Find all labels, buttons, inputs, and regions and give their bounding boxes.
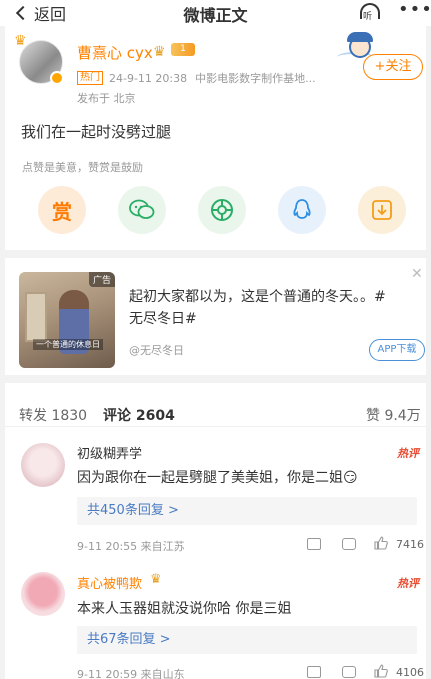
share-icon[interactable] [307,666,321,678]
comments-section: 转发 1830 评论 2604 赞 9.4万 初级糊弄学 热评 因为跟你在一起是… [5,383,426,679]
tab-likes[interactable]: 赞 9.4万 [366,405,421,425]
ad-tag: 广告 [88,272,115,287]
save-image-button[interactable] [358,186,406,234]
moments-share-button[interactable] [198,186,246,234]
wechat-icon [129,199,155,219]
more-icon[interactable]: ••• [398,1,431,19]
download-image-icon [372,200,392,220]
wechat-share-button[interactable] [118,186,166,234]
reward-tip: 点赞是美意，赞赏是鼓励 [22,161,143,174]
like-count: 4106 [396,666,424,679]
qq-icon [293,199,311,219]
close-icon[interactable]: ✕ [411,266,423,282]
hot-comment-tag: 热评 [397,577,419,590]
interaction-tabs: 转发 1830 评论 2604 赞 9.4万 [5,383,426,427]
hot-badge: 热门 [77,71,103,85]
post-username[interactable]: 曹熹心 cyx [77,42,153,63]
comment-text: 因为跟你在一起是劈腿了美美姐，你是二姐😏 [77,470,358,486]
hot-comment-tag: 热评 [397,447,419,460]
level-badge: 1 [171,43,195,56]
view-replies-link[interactable]: 共67条回复 > [77,626,417,654]
reward-label: 赏 [52,199,72,224]
thumbs-up-icon[interactable] [374,664,388,678]
post-source: 中影电影数字制作基地... [195,72,316,85]
post-card: ♛ 曹熹心 cyx ♛ 1 热门 24-9-11 20:38 中影电影数字制作基… [5,26,426,250]
post-timestamp: 24-9-11 20:38 [109,71,188,85]
ad-image[interactable]: 广告 一个普通的休息日 [19,272,115,368]
tab-comments[interactable]: 评论 2604 [103,405,175,425]
comment-meta: 9-11 20:55 来自江苏 [77,540,185,553]
comment-item: 真心被鸭欺 ♛ 热评 本来人玉器姐就没说你哈 你是三姐 共67条回复 > 9-1… [5,566,426,679]
ad-source[interactable]: @无尽冬日 [129,342,184,358]
avatar[interactable]: ♛ [14,33,64,85]
listen-label: 听 [363,12,373,22]
verified-icon [50,71,64,85]
app-download-button[interactable]: APP下载 [369,339,425,361]
reward-button[interactable]: 赏 [38,186,86,234]
comment-text: 本来人玉器姐就没说你哈 你是三姐 [77,601,292,617]
comment-meta: 9-11 20:59 来自山东 [77,668,185,679]
view-replies-link[interactable]: 共450条回复 > [77,497,417,525]
top-bar: 返回 微博正文 听 ••• [0,0,431,26]
comment-username[interactable]: 初级糊弄学 [77,443,142,462]
qq-share-button[interactable] [278,186,326,234]
comment-icon[interactable] [342,538,356,550]
ad-image-caption: 一个普通的休息日 [33,339,103,350]
thumbs-up-icon[interactable] [374,536,388,550]
crown-icon: ♛ [14,33,27,49]
avatar[interactable] [21,443,65,487]
avatar[interactable] [21,572,65,616]
comment-username[interactable]: 真心被鸭欺 [77,573,142,592]
published-from: 发布于 北京 [77,92,136,105]
comment-icon[interactable] [342,666,356,678]
comment-item: 初级糊弄学 热评 因为跟你在一起是劈腿了美美姐，你是二姐😏 共450条回复 > … [5,435,426,555]
post-meta: 热门 24-9-11 20:38 中影电影数字制作基地... [77,70,316,86]
share-bar: 赏 [5,186,426,234]
listen-button[interactable]: 听 [358,2,382,24]
tab-reposts[interactable]: 转发 1830 [19,405,87,425]
like-count: 7416 [396,538,424,551]
moments-icon [211,199,233,221]
ad-text[interactable]: 起初大家都以为，这是个普通的冬天。。#无尽冬日# [129,286,399,330]
post-content: 我们在一起时没劈过腿 [21,123,172,141]
crown-level-icon: ♛ [153,44,166,60]
ad-card[interactable]: 广告 一个普通的休息日 起初大家都以为，这是个普通的冬天。。#无尽冬日# @无尽… [5,258,426,375]
follow-button[interactable]: +关注 [363,54,423,80]
crown-icon: ♛ [150,572,162,587]
share-icon[interactable] [307,538,321,550]
